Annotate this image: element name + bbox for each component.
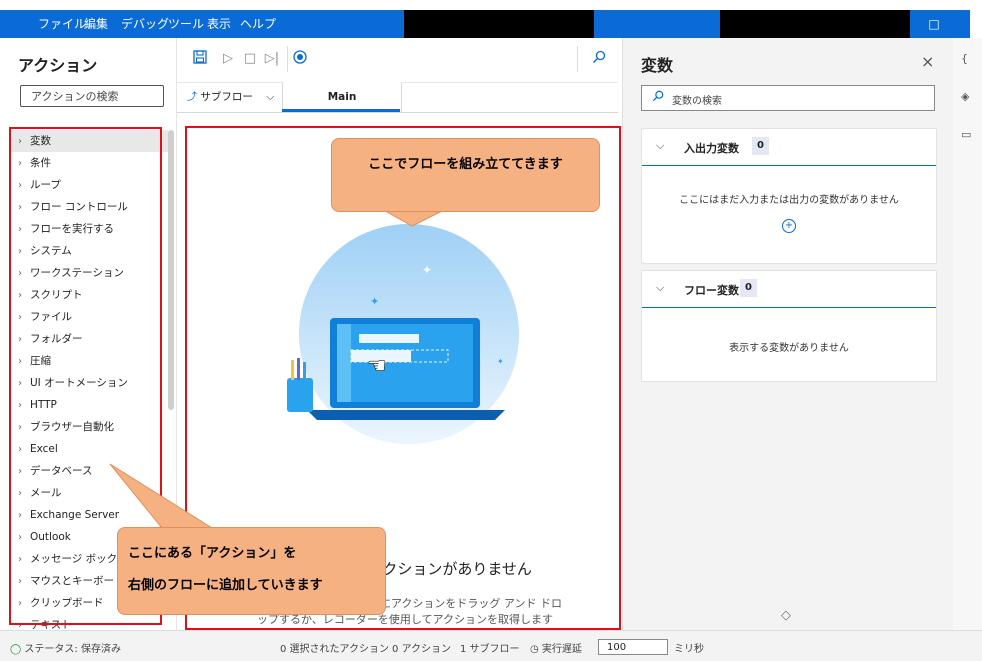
callout-flow-text: ここでフローを組み立ててきます bbox=[368, 157, 563, 172]
close-icon[interactable]: × bbox=[921, 52, 934, 71]
run-delay-text: 実行遅延 bbox=[541, 644, 582, 655]
callout-actions: ここにある「アクション」を 右側のフローに追加していきます bbox=[117, 527, 386, 615]
variable-search-input[interactable]: 変数の検索 bbox=[641, 85, 935, 111]
variables-strip-icon[interactable]: { bbox=[961, 52, 968, 65]
run-delay-input[interactable]: 100 bbox=[598, 639, 668, 655]
clock-icon: ◷ bbox=[530, 644, 539, 655]
save-status-text: ステータス: 保存済み bbox=[24, 644, 121, 655]
callout-actions-line1: ここにある「アクション」を bbox=[128, 546, 297, 561]
run-delay-label: ◷ 実行遅延 bbox=[530, 640, 582, 655]
flow-variables-section: ⌵ フロー変数 0 表示する変数がありません bbox=[641, 270, 937, 382]
status-bar: ◯ ステータス: 保存済み 0 選択されたアクション 0 アクション 1 サブフ… bbox=[0, 630, 982, 661]
io-variables-count: 0 bbox=[752, 137, 769, 155]
flow-variables-label: フロー変数 bbox=[684, 284, 739, 297]
chevron-down-icon: ⌵ bbox=[656, 281, 665, 294]
chevron-down-icon: ⌵ bbox=[656, 139, 665, 152]
io-variables-header[interactable]: ⌵ 入出力変数 0 bbox=[642, 129, 936, 166]
add-variable-icon[interactable]: + bbox=[782, 219, 796, 233]
io-variables-label: 入出力変数 bbox=[684, 142, 739, 155]
io-variables-empty: ここにはまだ入力または出力の変数がありません bbox=[679, 195, 899, 206]
eraser-icon[interactable]: ◇ bbox=[781, 608, 791, 623]
side-strip: { ◈ ▭ bbox=[953, 38, 982, 630]
flow-variables-empty: 表示する変数がありません bbox=[729, 343, 849, 354]
check-icon: ◯ bbox=[10, 644, 22, 655]
run-delay-unit: ミリ秒 bbox=[674, 644, 704, 655]
images-strip-icon[interactable]: ▭ bbox=[961, 128, 971, 141]
variable-search-placeholder: 変数の検索 bbox=[672, 96, 722, 107]
selected-actions-count: 0 選択されたアクション bbox=[280, 644, 390, 655]
subflows-count: 1 サブフロー bbox=[460, 644, 520, 655]
variables-panel: 変数 × 変数の検索 ⌵ 入出力変数 0 ここにはまだ入力または出力の変数があり… bbox=[622, 38, 953, 630]
search-icon bbox=[652, 90, 664, 106]
actions-count: 0 アクション bbox=[392, 644, 452, 655]
variables-panel-title: 変数 bbox=[641, 56, 674, 75]
ui-elements-strip-icon[interactable]: ◈ bbox=[961, 90, 969, 103]
callout-flow-area: ここでフローを組み立ててきます bbox=[331, 138, 600, 212]
save-status: ◯ ステータス: 保存済み bbox=[10, 640, 121, 655]
flow-variables-header[interactable]: ⌵ フロー変数 0 bbox=[642, 271, 936, 308]
io-variables-section: ⌵ 入出力変数 0 ここにはまだ入力または出力の変数がありません + bbox=[641, 128, 937, 264]
flow-variables-count: 0 bbox=[740, 279, 757, 297]
callout-actions-line2: 右側のフローに追加していきます bbox=[128, 578, 323, 593]
